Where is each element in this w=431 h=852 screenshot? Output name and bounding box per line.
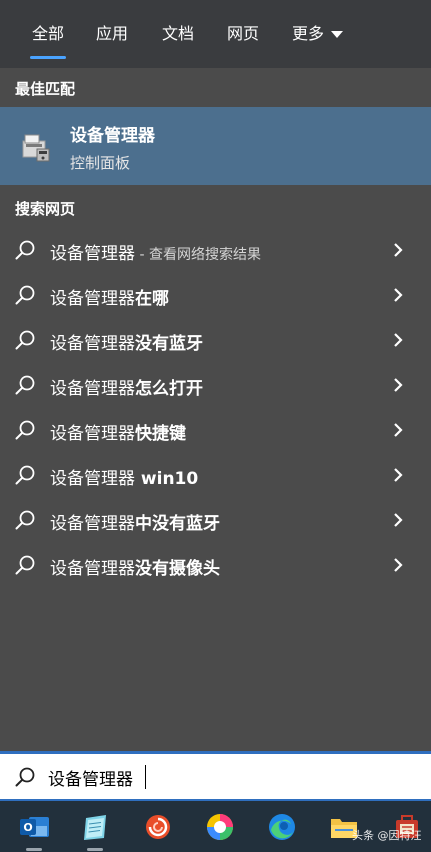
color-wheel-icon[interactable]	[203, 810, 237, 844]
web-result-item[interactable]: 设备管理器快捷键	[0, 408, 431, 452]
chevron-right-icon	[394, 333, 403, 347]
outlook-icon[interactable]: O	[17, 810, 51, 844]
web-result-item[interactable]: 设备管理器 - 查看网络搜索结果	[0, 228, 431, 272]
search-icon	[15, 767, 35, 787]
web-result-text: 设备管理器在哪	[50, 289, 169, 309]
web-result-text: 设备管理器 win10	[50, 469, 199, 489]
search-icon	[15, 375, 35, 395]
search-icon	[15, 285, 35, 305]
best-match-item[interactable]: 设备管理器 控制面板	[0, 107, 431, 185]
chevron-right-icon	[394, 558, 403, 572]
chevron-down-icon	[331, 31, 344, 38]
web-result-item[interactable]: 设备管理器中没有蓝牙	[0, 498, 431, 542]
web-result-text: 设备管理器没有蓝牙	[50, 334, 203, 354]
tab-all[interactable]: 全部	[29, 22, 67, 59]
search-box[interactable]	[0, 751, 431, 801]
svg-text:O: O	[23, 821, 32, 834]
search-input[interactable]	[48, 762, 408, 792]
web-result-item[interactable]: 设备管理器 win10	[0, 453, 431, 497]
web-result-text: 设备管理器怎么打开	[50, 379, 203, 399]
best-match-subtitle: 控制面板	[70, 154, 131, 172]
running-indicator	[87, 848, 103, 851]
web-result-text: 设备管理器没有摄像头	[50, 559, 220, 579]
best-match-heading: 最佳匹配	[15, 80, 76, 98]
web-result-text: 设备管理器 - 查看网络搜索结果	[50, 244, 261, 264]
watermark: 头条 @因特汪	[352, 829, 422, 842]
chevron-right-icon	[394, 468, 403, 482]
chevron-right-icon	[394, 378, 403, 392]
web-result-text: 设备管理器中没有蓝牙	[50, 514, 220, 534]
web-search-heading: 搜索网页	[15, 200, 76, 218]
search-icon	[15, 420, 35, 440]
web-result-item[interactable]: 设备管理器没有蓝牙	[0, 318, 431, 362]
web-result-text: 设备管理器快捷键	[50, 424, 186, 444]
search-icon	[15, 240, 35, 260]
tab-more-label: 更多	[292, 24, 325, 43]
device-manager-icon	[22, 134, 50, 162]
chevron-right-icon	[394, 288, 403, 302]
notepad-icon[interactable]	[78, 810, 112, 844]
chevron-right-icon	[394, 243, 403, 257]
tab-documents[interactable]: 文档	[162, 22, 194, 46]
best-match-title: 设备管理器	[70, 126, 155, 146]
search-icon	[15, 330, 35, 350]
search-icon	[15, 510, 35, 530]
swirl-app-icon[interactable]	[141, 810, 175, 844]
search-icon	[15, 465, 35, 485]
web-result-item[interactable]: 设备管理器怎么打开	[0, 363, 431, 407]
web-result-item[interactable]: 设备管理器在哪	[0, 273, 431, 317]
tab-apps[interactable]: 应用	[96, 22, 128, 46]
edge-icon[interactable]	[265, 810, 299, 844]
tab-web[interactable]: 网页	[227, 22, 259, 46]
running-indicator	[26, 848, 42, 851]
chevron-right-icon	[394, 423, 403, 437]
text-cursor	[145, 765, 146, 789]
filter-tab-bar: 全部 应用 文档 网页 更多	[0, 0, 431, 68]
tab-more[interactable]: 更多	[292, 22, 344, 46]
search-icon	[15, 555, 35, 575]
chevron-right-icon	[394, 513, 403, 527]
web-result-item[interactable]: 设备管理器没有摄像头	[0, 543, 431, 587]
